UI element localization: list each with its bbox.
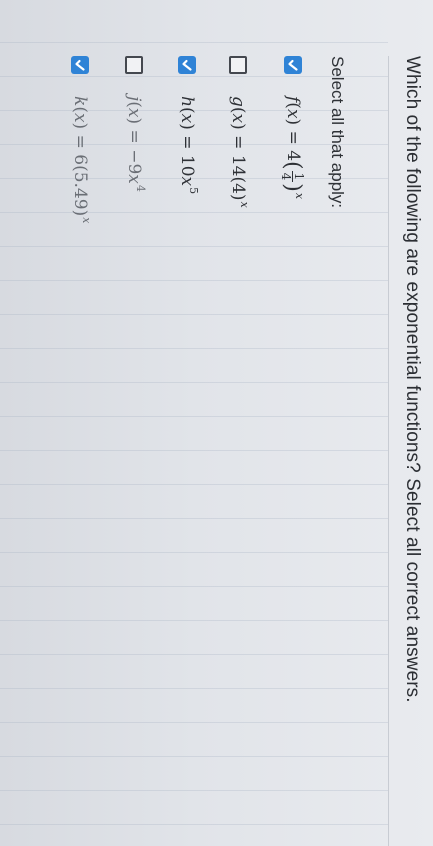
checkbox-k[interactable] — [71, 56, 89, 74]
checkmark-icon — [75, 59, 85, 71]
checkmark-icon — [288, 59, 298, 71]
option-h[interactable]: h(x) = 10x5 — [171, 56, 203, 476]
option-g[interactable]: g(x) = 14(4)x — [222, 56, 254, 476]
formula-j: j(x) = −9x4 — [124, 96, 147, 192]
formula-g: g(x) = 14(4)x — [228, 96, 251, 208]
checkbox-f[interactable] — [284, 56, 302, 74]
option-f[interactable]: f(x) = 4(1 4)x — [277, 56, 309, 476]
question-header: Which of the following are exponential f… — [388, 56, 433, 846]
option-j[interactable]: j(x) = −9x4 — [118, 56, 150, 476]
checkbox-h[interactable] — [178, 56, 196, 74]
formula-h: h(x) = 10x5 — [177, 96, 200, 195]
formula-f: f(x) = 4(1 4)x — [279, 96, 307, 200]
checkbox-j[interactable] — [125, 56, 143, 74]
question-text: Which of the following are exponential f… — [402, 56, 423, 703]
option-k[interactable]: k(x) = 6(5.49)x — [64, 56, 96, 476]
instruction-text: Select all that apply: — [328, 56, 347, 209]
checkmark-icon — [182, 59, 192, 71]
quiz-panel: Which of the following are exponential f… — [0, 0, 433, 846]
checkbox-g[interactable] — [229, 56, 247, 74]
formula-k: k(x) = 6(5.49)x — [70, 96, 93, 224]
